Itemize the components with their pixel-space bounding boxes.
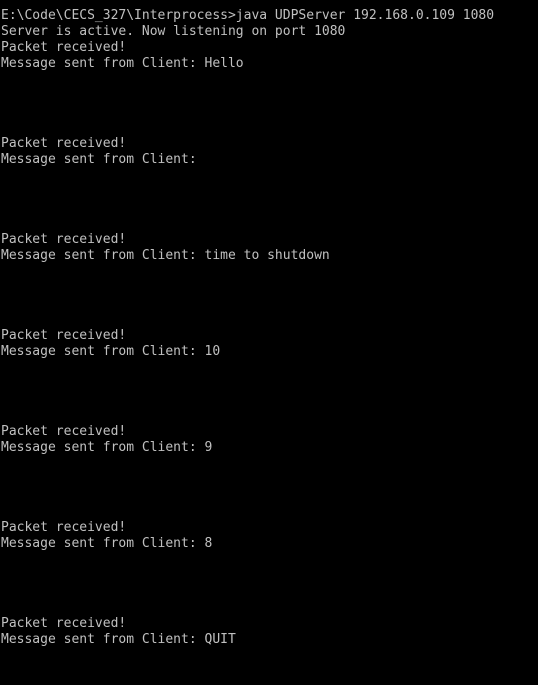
console-line-packet-received: Packet received! xyxy=(1,520,127,535)
console-output[interactable]: E:\Code\CECS_327\Interprocess>java UDPSe… xyxy=(0,0,538,685)
console-line-client-message: Message sent from Client: time to shutdo… xyxy=(1,248,330,263)
console-line-client-message: Message sent from Client: 9 xyxy=(1,440,213,455)
console-line-server-status: Server is active. Now listening on port … xyxy=(1,24,346,39)
console-line-client-message: Message sent from Client: 8 xyxy=(1,536,213,551)
console-line-packet-received: Packet received! xyxy=(1,232,127,247)
console-line-packet-received: Packet received! xyxy=(1,136,127,151)
console-line-packet-received: Packet received! xyxy=(1,40,127,55)
console-line-command: E:\Code\CECS_327\Interprocess>java UDPSe… xyxy=(1,8,495,23)
console-line-packet-received: Packet received! xyxy=(1,424,127,439)
console-line-client-message: Message sent from Client: 10 xyxy=(1,344,221,359)
console-line-client-message: Message sent from Client: xyxy=(1,152,197,167)
console-line-client-message: Message sent from Client: Hello xyxy=(1,56,244,71)
console-line-packet-received: Packet received! xyxy=(1,328,127,343)
console-line-client-message: Message sent from Client: QUIT xyxy=(1,632,236,647)
console-line-packet-received: Packet received! xyxy=(1,616,127,631)
